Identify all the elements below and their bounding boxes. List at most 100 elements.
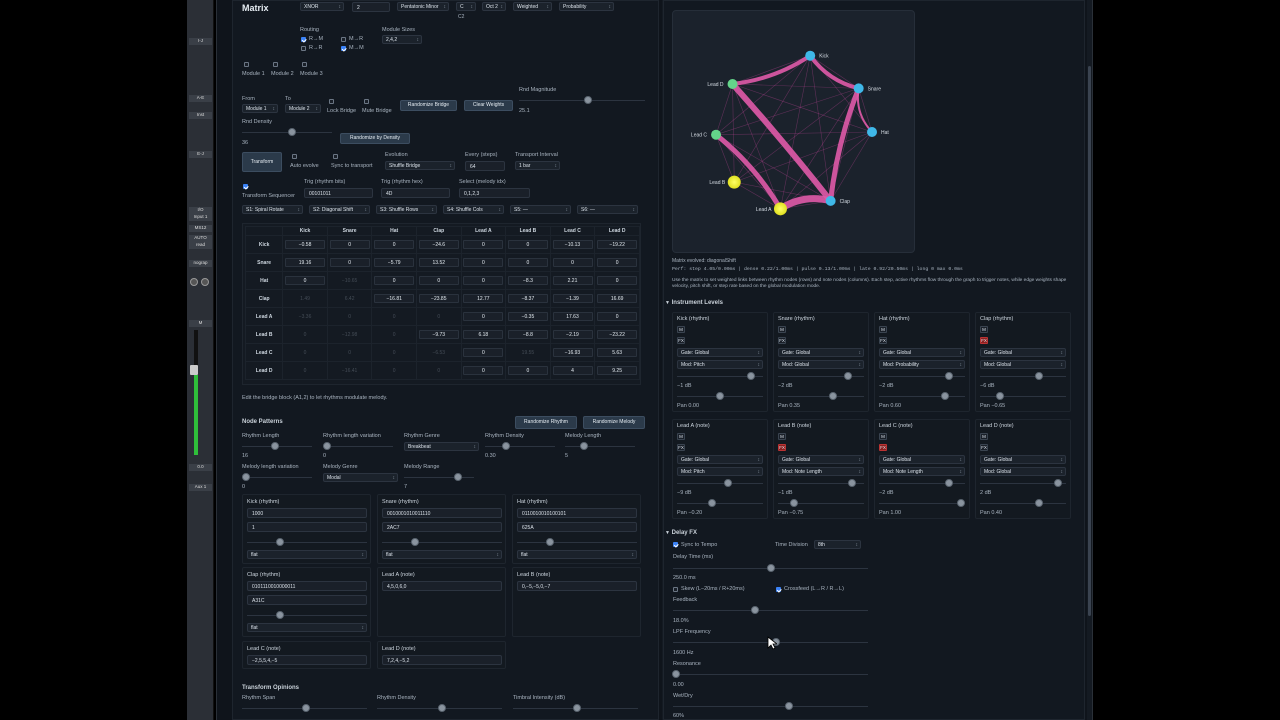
time-division-select[interactable]: 8th [814, 540, 861, 549]
fx-button[interactable]: FX [980, 444, 988, 451]
transform-sequencer-checkbox[interactable] [243, 184, 248, 189]
rhythm-genre-select[interactable]: Breakbeat [404, 442, 479, 451]
right-scrollbar-thumb[interactable] [1088, 66, 1091, 616]
matrix-cell-input[interactable]: −24.6 [418, 240, 459, 249]
matrix-cell-input[interactable]: −8.3 [507, 276, 548, 285]
daw-knob-b[interactable] [201, 278, 209, 286]
mute-button[interactable]: M [980, 326, 988, 333]
rule-input[interactable]: 2 [352, 2, 390, 12]
modulation-select[interactable]: Probability [559, 2, 614, 11]
fx-button[interactable]: FX [879, 337, 887, 344]
matrix-cell-input[interactable]: 12.77 [463, 294, 504, 303]
module-size-select[interactable]: 2,4,2 [382, 35, 422, 44]
matrix-cell-input[interactable]: −23.85 [418, 294, 459, 303]
pattern-bits-input[interactable]: 1000 [247, 508, 367, 518]
pan-slider[interactable] [789, 499, 798, 507]
gate-select[interactable]: Gate: Global [879, 348, 965, 357]
mod-select[interactable]: Mod: Probability [879, 360, 965, 369]
randomize-rhythm-button[interactable]: Randomize Rhythm [515, 416, 577, 429]
fx-button[interactable]: FX [980, 337, 988, 344]
gate-select[interactable]: Gate: Global [879, 455, 965, 464]
sync-tempo-checkbox[interactable] [673, 542, 678, 547]
matrix-cell-input[interactable]: −16.81 [374, 294, 415, 303]
pattern-shape-select[interactable]: flat [247, 550, 367, 559]
matrix-cell-input[interactable]: −5.79 [374, 258, 415, 267]
pan-slider[interactable] [941, 392, 950, 400]
pattern-bits-input[interactable]: −2,5,5,4,−5 [247, 655, 367, 665]
pan-slider[interactable] [995, 392, 1004, 400]
slot-5-select[interactable]: S5: — [510, 205, 571, 214]
graph-canvas[interactable]: Kick Snare Hat Clap Lead A Lead B Lead C Lead D [672, 10, 915, 253]
melody-range-slider[interactable] [454, 473, 462, 481]
resonance-slider[interactable] [672, 670, 680, 678]
trig-hex-input[interactable]: 4D [381, 188, 450, 198]
mod-select[interactable]: Mod: Global [980, 360, 1066, 369]
matrix-cell-input[interactable]: 2.21 [552, 276, 593, 285]
feedback-slider[interactable] [751, 606, 759, 614]
pattern-slider[interactable] [276, 611, 284, 619]
mute-bridge-checkbox[interactable] [364, 99, 369, 104]
matrix-cell-input[interactable]: −8.37 [507, 294, 548, 303]
matrix-cell-input[interactable]: 0 [597, 276, 638, 285]
skew-checkbox[interactable] [673, 587, 678, 592]
matrix-cell-input[interactable]: 6.18 [463, 330, 504, 339]
pan-slider[interactable] [716, 392, 724, 400]
mute-button[interactable]: M [980, 433, 988, 440]
sync-transport-checkbox[interactable] [333, 154, 338, 159]
route-r-r-checkbox[interactable] [301, 46, 306, 51]
pattern-slider[interactable] [276, 538, 284, 546]
pattern-shape-select[interactable]: flat [247, 623, 367, 632]
octave-select[interactable]: Oct 2 [482, 2, 506, 11]
matrix-cell-input[interactable]: −9.73 [418, 330, 459, 339]
fx-button[interactable]: FX [677, 337, 685, 344]
logic-select[interactable]: XNOR [300, 2, 344, 11]
clear-weights-button[interactable]: Clear Weights [464, 100, 513, 111]
matrix-cell-input[interactable]: 0 [507, 258, 548, 267]
pattern-hex-input[interactable]: A31C [247, 595, 367, 605]
pattern-bits-input[interactable]: 0,−5,−5,0,−7 [517, 581, 637, 591]
volume-slider[interactable] [747, 372, 756, 380]
mute-button[interactable]: M [677, 433, 685, 440]
pattern-bits-input[interactable]: 7,2,4,−5,2 [382, 655, 502, 665]
opinion-rhythm-span-slider[interactable] [302, 704, 310, 712]
pattern-bits-input[interactable]: 0110010010100101 [517, 508, 637, 518]
matrix-cell-input[interactable]: −16.93 [552, 348, 593, 357]
key-select[interactable]: C [456, 2, 476, 11]
matrix-cell-input[interactable]: 0 [463, 312, 504, 321]
slot-4-select[interactable]: S4: Shuffle Cols [443, 205, 504, 214]
route-m-r-checkbox[interactable] [341, 37, 346, 42]
volume-slider[interactable] [1054, 479, 1063, 487]
volume-slider[interactable] [848, 479, 857, 487]
matrix-cell-input[interactable]: 0 [597, 312, 638, 321]
mute-button[interactable]: M [879, 433, 887, 440]
gate-select[interactable]: Gate: Global [980, 455, 1066, 464]
fx-button[interactable]: FX [778, 337, 786, 344]
module-1-checkbox[interactable] [244, 62, 249, 67]
matrix-cell-input[interactable]: −0.58 [285, 240, 326, 249]
melody-genre-select[interactable]: Modal [323, 473, 398, 482]
mute-button[interactable]: M [677, 326, 685, 333]
pattern-bits-input[interactable]: 4,5,0,6,0 [382, 581, 502, 591]
randomize-density-button[interactable]: Randomize by Density [340, 133, 410, 144]
rhythm-density-slider[interactable] [502, 442, 510, 450]
matrix-cell-input[interactable]: 0 [418, 276, 459, 285]
matrix-cell-input[interactable]: −8.8 [507, 330, 548, 339]
melody-length-variation-slider[interactable] [242, 473, 250, 481]
pattern-slider[interactable] [546, 538, 554, 546]
collapse-icon[interactable]: ▼ [665, 300, 670, 306]
evolution-select[interactable]: Shuffle Bridge [385, 161, 455, 170]
slot-6-select[interactable]: S6: — [577, 205, 638, 214]
matrix-cell-input[interactable]: 0 [374, 240, 415, 249]
gate-select[interactable]: Gate: Global [778, 455, 864, 464]
matrix-cell-input[interactable]: −19.22 [597, 240, 638, 249]
scale-select[interactable]: Pentatonic Minor [397, 2, 449, 11]
every-steps-input[interactable]: 64 [465, 161, 505, 171]
pattern-bits-input[interactable]: 0101110010000011 [247, 581, 367, 591]
matrix-cell-input[interactable]: −0.35 [507, 312, 548, 321]
matrix-cell-input[interactable]: 16.69 [597, 294, 638, 303]
matrix-cell-input[interactable]: 0 [463, 276, 504, 285]
mute-button[interactable]: M [879, 326, 887, 333]
gate-select[interactable]: Gate: Global [677, 348, 763, 357]
gate-select[interactable]: Gate: Global [677, 455, 763, 464]
opinion-rhythm-density-slider[interactable] [438, 704, 446, 712]
